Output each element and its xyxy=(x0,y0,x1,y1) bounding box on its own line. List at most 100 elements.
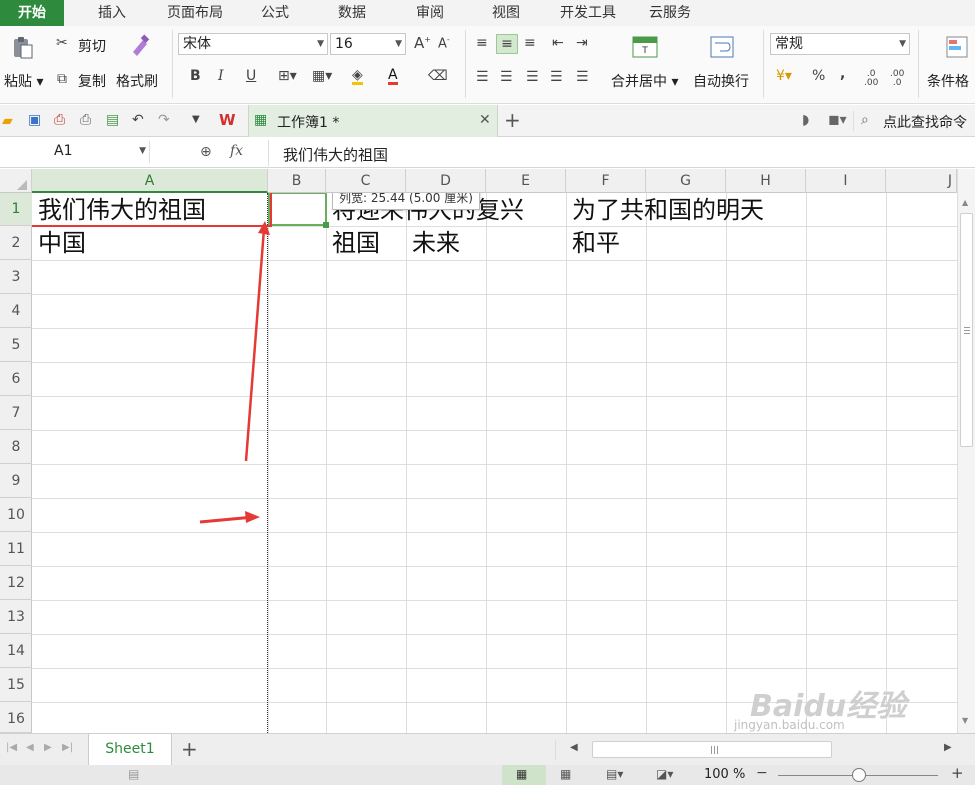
scroll-thumb[interactable] xyxy=(960,213,973,447)
font-size-select[interactable]: 16 ▼ xyxy=(330,33,406,55)
save-icon[interactable]: ▣ xyxy=(28,113,41,127)
number-format-select[interactable]: 常规 ▼ xyxy=(770,33,910,55)
tab-data[interactable]: 数据 xyxy=(327,0,377,26)
open-folder-icon[interactable]: ▰ xyxy=(2,114,13,128)
italic-icon[interactable]: I xyxy=(218,69,224,83)
read-mode-icon[interactable]: ◪▾ xyxy=(656,768,673,780)
column-header-h[interactable]: H xyxy=(726,169,806,193)
bold-icon[interactable]: B xyxy=(190,69,201,83)
underline-icon[interactable]: U xyxy=(246,69,256,83)
wrap-text-icon[interactable] xyxy=(710,36,734,61)
row-header-7[interactable]: 7 xyxy=(0,396,32,430)
column-header-i[interactable]: I xyxy=(806,169,886,193)
wrap-text-button[interactable]: 自动换行 xyxy=(693,71,749,91)
row-header-8[interactable]: 8 xyxy=(0,430,32,464)
column-header-e[interactable]: E xyxy=(486,169,566,193)
row-header-2[interactable]: 2 xyxy=(0,226,32,260)
column-header-a[interactable]: A xyxy=(32,169,268,193)
scroll-down-icon[interactable]: ▼ xyxy=(962,717,968,725)
first-sheet-icon[interactable]: |◀ xyxy=(6,743,17,753)
print-icon[interactable]: ⎙ xyxy=(80,113,91,127)
undo-icon[interactable]: ↶ xyxy=(132,113,144,127)
tab-view[interactable]: 视图 xyxy=(481,0,531,26)
align-middle-icon[interactable]: ≡ xyxy=(496,34,518,54)
distribute-icon[interactable]: ☰ xyxy=(576,70,589,84)
page-break-view-icon[interactable]: ▦ xyxy=(560,768,571,780)
currency-icon[interactable]: ¥▾ xyxy=(776,69,792,83)
scroll-right-icon[interactable]: ▶ xyxy=(944,743,952,753)
print-preview-icon[interactable]: ▤ xyxy=(106,113,119,127)
column-header-j[interactable]: J xyxy=(886,169,957,193)
conditional-format-button[interactable]: 条件格 xyxy=(927,71,969,91)
scroll-left-icon[interactable]: ◀ xyxy=(570,743,578,753)
increase-decimal-icon[interactable]: .0.00 xyxy=(864,70,878,88)
select-all-corner[interactable] xyxy=(0,169,32,193)
comma-button[interactable]: , xyxy=(840,67,845,81)
align-bottom-icon[interactable]: ≡ xyxy=(524,36,536,50)
font-color-icon[interactable]: A xyxy=(388,68,398,85)
row-header-6[interactable]: 6 xyxy=(0,362,32,396)
column-header-b[interactable]: B xyxy=(268,169,326,193)
align-center-icon[interactable]: ☰ xyxy=(500,70,513,84)
align-right-icon[interactable]: ☰ xyxy=(526,70,539,84)
zoom-level[interactable]: 100 % xyxy=(704,767,745,782)
increase-font-icon[interactable]: A+ xyxy=(414,36,431,51)
border-icon[interactable]: ⊞▾ xyxy=(278,69,297,83)
font-name-select[interactable]: 宋体 ▼ xyxy=(178,33,328,55)
fill-pattern-icon[interactable]: ▦▾ xyxy=(312,69,332,83)
tab-home[interactable]: 开始 xyxy=(0,0,64,26)
zoom-formula-icon[interactable]: ⊕ xyxy=(200,145,212,159)
command-search[interactable]: 点此查找命令 xyxy=(883,112,967,132)
comment-icon[interactable]: ◼▾ xyxy=(828,113,847,127)
row-header-10[interactable]: 10 xyxy=(0,498,32,532)
formula-input[interactable]: 我们伟大的祖国 xyxy=(283,144,388,165)
copy-button[interactable]: 复制 xyxy=(78,71,106,91)
cell-grid[interactable]: 我们伟大的祖国 将迎来伟大的复兴 为了共和国的明天 中国 祖国 未来 和平 列宽… xyxy=(32,193,957,733)
merge-center-button[interactable]: 合并居中 ▾ xyxy=(611,71,678,91)
insert-function-button[interactable]: fx xyxy=(230,144,243,158)
tab-page-layout[interactable]: 页面布局 xyxy=(155,0,235,26)
last-sheet-icon[interactable]: ▶| xyxy=(62,743,73,753)
conditional-format-icon[interactable] xyxy=(946,36,968,61)
wps-logo-icon[interactable]: W xyxy=(219,113,236,128)
row-header-11[interactable]: 11 xyxy=(0,532,32,566)
column-header-f[interactable]: F xyxy=(566,169,646,193)
row-header-15[interactable]: 15 xyxy=(0,668,32,702)
row-header-14[interactable]: 14 xyxy=(0,634,32,668)
tab-formulas[interactable]: 公式 xyxy=(250,0,300,26)
merge-center-icon[interactable]: T xyxy=(632,36,658,61)
export-pdf-icon[interactable]: ⎙ xyxy=(54,113,65,127)
vertical-scrollbar[interactable]: ▲ ▼ xyxy=(957,169,975,733)
prev-sheet-icon[interactable]: ◀ xyxy=(26,743,34,753)
tab-insert[interactable]: 插入 xyxy=(82,0,142,26)
tab-developer[interactable]: 开发工具 xyxy=(550,0,626,26)
row-header-12[interactable]: 12 xyxy=(0,566,32,600)
format-painter-icon[interactable] xyxy=(127,34,151,61)
redo-icon[interactable]: ↷ xyxy=(158,113,170,127)
tab-review[interactable]: 审阅 xyxy=(405,0,455,26)
fill-color-icon[interactable]: ◈ xyxy=(352,68,363,85)
tab-cloud[interactable]: 云服务 xyxy=(640,0,700,26)
horizontal-scroll-thumb[interactable] xyxy=(592,741,832,758)
row-header-9[interactable]: 9 xyxy=(0,464,32,498)
share-icon[interactable]: ◗ xyxy=(802,113,809,127)
zoom-out-icon[interactable]: − xyxy=(756,766,768,780)
row-header-4[interactable]: 4 xyxy=(0,294,32,328)
paste-button[interactable]: 粘贴 ▾ xyxy=(4,71,43,91)
normal-view-button[interactable]: ▦ xyxy=(502,765,546,785)
new-tab-icon[interactable]: + xyxy=(504,110,521,130)
column-header-d[interactable]: D xyxy=(406,169,486,193)
customize-dropdown-icon[interactable]: ▼ xyxy=(192,115,200,125)
close-tab-icon[interactable]: ✕ xyxy=(479,113,491,127)
paste-icon[interactable] xyxy=(10,36,36,60)
column-header-c[interactable]: C xyxy=(326,169,406,193)
decrease-decimal-icon[interactable]: .00.0 xyxy=(890,70,904,88)
row-header-1[interactable]: 1 xyxy=(0,193,32,226)
align-top-icon[interactable]: ≡ xyxy=(476,36,488,50)
name-box[interactable]: A1 ▼ xyxy=(0,141,150,163)
align-left-icon[interactable]: ☰ xyxy=(476,70,489,84)
indent-decrease-icon[interactable]: ⇤ xyxy=(552,36,564,50)
cut-button[interactable]: 剪切 xyxy=(78,36,106,56)
zoom-slider-thumb[interactable] xyxy=(852,768,866,782)
sheet-tab-sheet1[interactable]: Sheet1 xyxy=(88,734,172,765)
